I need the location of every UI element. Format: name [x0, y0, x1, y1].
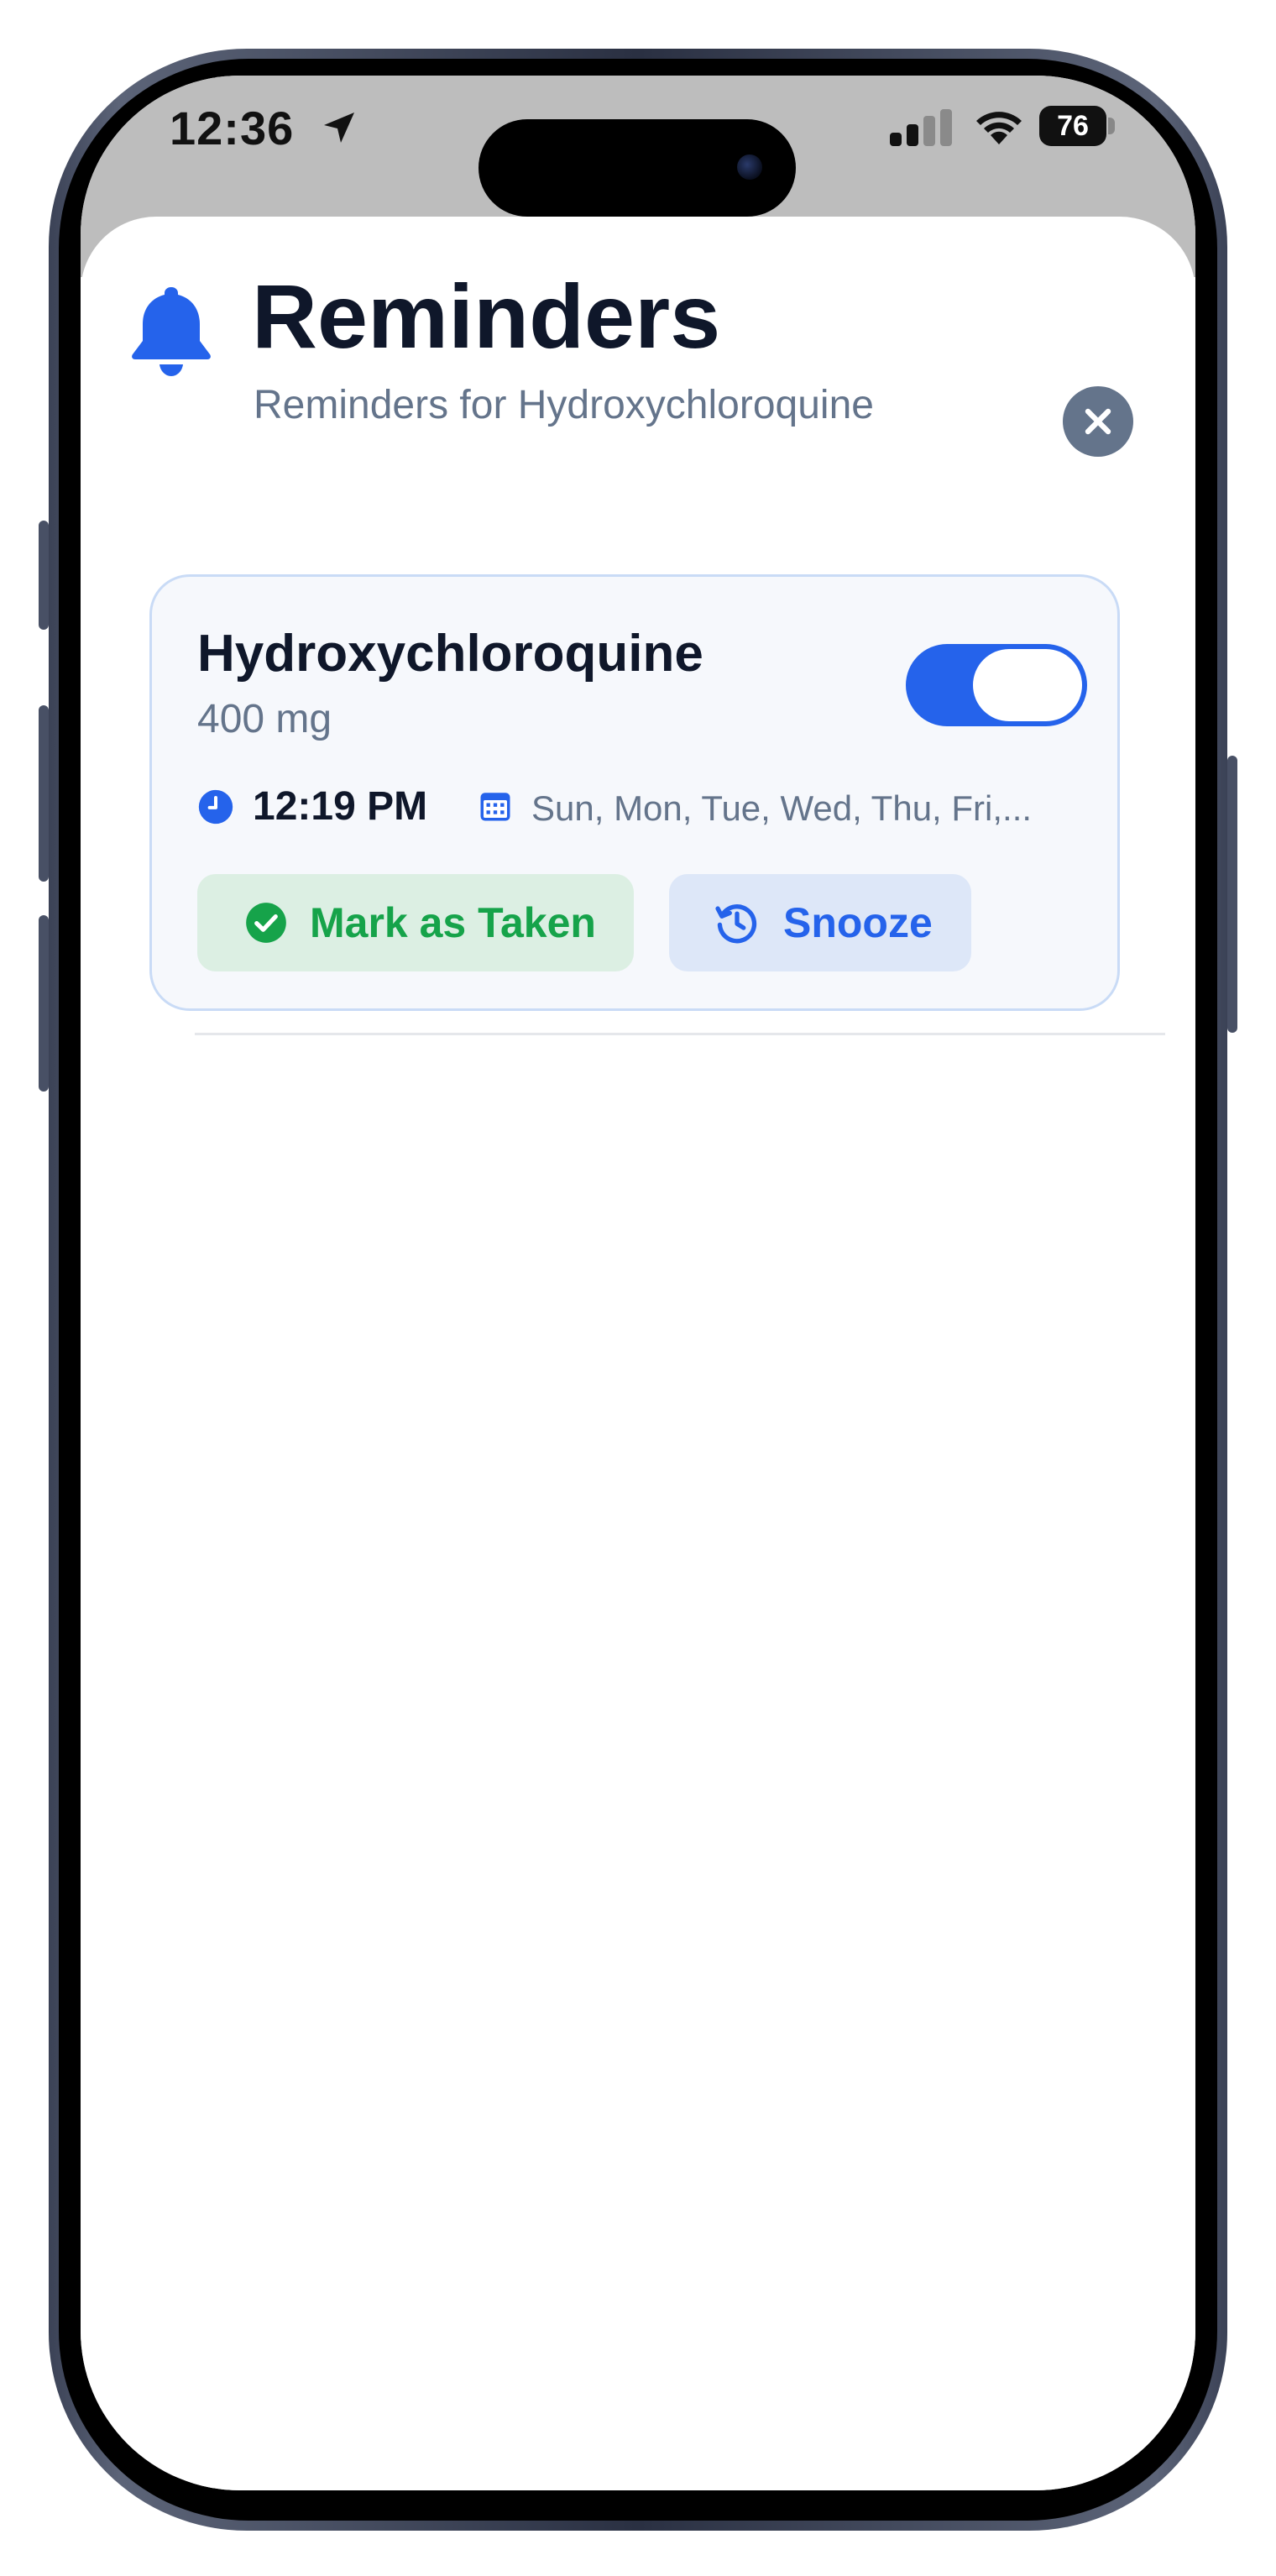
battery-icon: 76: [1039, 106, 1116, 146]
calendar-icon: [480, 793, 510, 821]
wifi-icon: [976, 112, 1022, 144]
medication-dose: 400 mg: [197, 697, 332, 741]
schedule-row: 12:19 PM Sun, Mon, Tue, Wed, Thu, Fri,..…: [197, 782, 1087, 832]
bell-icon: [132, 287, 211, 376]
check-circle-icon: [246, 903, 286, 943]
signal-icon: [890, 109, 952, 146]
medication-name: Hydroxychloroquine: [197, 625, 703, 683]
reminder-time: 12:19 PM: [253, 784, 428, 829]
battery-level: 76: [1039, 106, 1106, 146]
snooze-label: Snooze: [783, 899, 933, 946]
dynamic-island: [478, 119, 796, 217]
reminders-sheet: Reminders Reminders for Hydroxychloroqui…: [81, 217, 1195, 2490]
location-arrow-icon: [324, 113, 354, 143]
page-subtitle: Reminders for Hydroxychloroquine: [254, 383, 874, 427]
mark-as-taken-button[interactable]: Mark as Taken: [197, 874, 634, 971]
volume-up-button: [39, 705, 49, 882]
battery-cap: [1108, 118, 1115, 134]
reminder-days: Sun, Mon, Tue, Wed, Thu, Fri,...: [531, 788, 1033, 828]
close-icon: [1085, 408, 1111, 435]
toggle-knob: [973, 649, 1082, 721]
front-camera: [737, 154, 762, 180]
reminder-card: Hydroxychloroquine 400 mg 12:19 PM Sun, …: [149, 574, 1120, 1011]
snooze-button[interactable]: Snooze: [669, 874, 971, 971]
mark-as-taken-label: Mark as Taken: [310, 899, 596, 946]
reminder-toggle[interactable]: [906, 644, 1087, 726]
close-button[interactable]: [1063, 386, 1133, 457]
history-clock-icon: [715, 904, 757, 944]
power-button: [1227, 756, 1237, 1033]
screen: 12:36 76 Reminders Reminders for Hydroxy…: [81, 76, 1195, 2490]
list-divider: [195, 1033, 1165, 1035]
clock-icon: [198, 789, 233, 825]
action-button: [39, 521, 49, 630]
volume-down-button: [39, 915, 49, 1092]
status-time: 12:36: [170, 102, 295, 154]
page-title: Reminders: [252, 265, 721, 367]
